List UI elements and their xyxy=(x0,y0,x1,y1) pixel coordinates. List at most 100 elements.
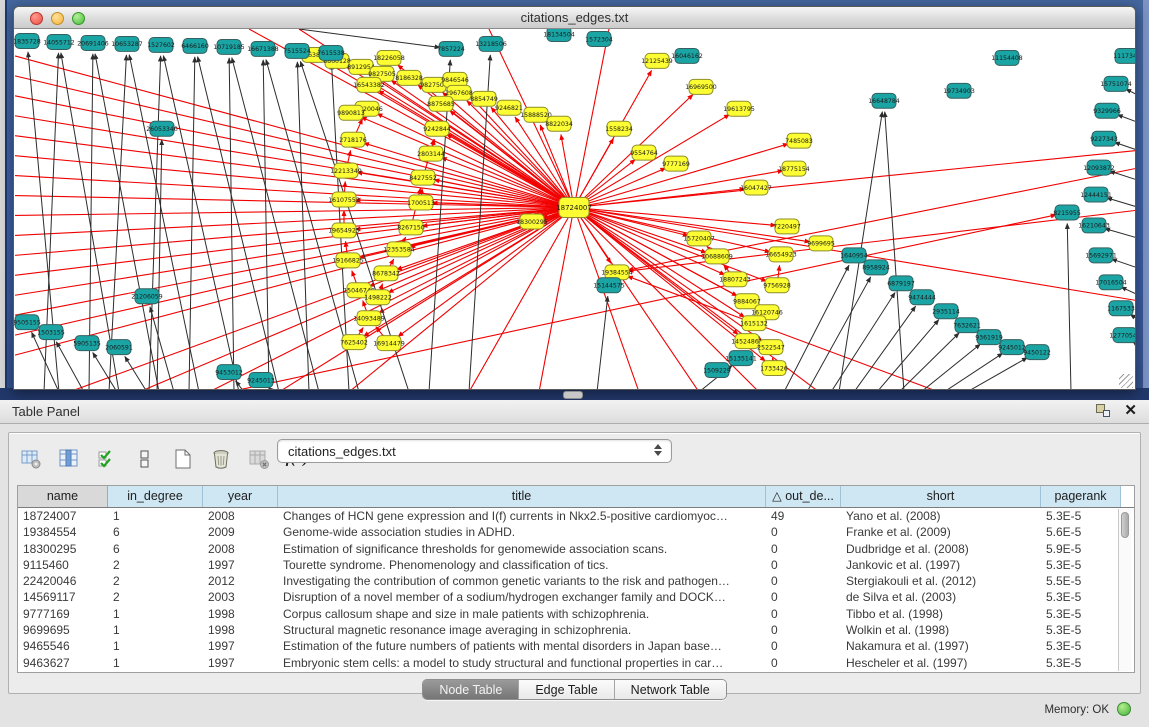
table-cell[interactable]: 1997 xyxy=(203,557,278,573)
citation-edge[interactable] xyxy=(574,208,639,390)
table-cell[interactable]: 5.6E-5 xyxy=(1041,524,1121,540)
graph-node[interactable]: 21206059 xyxy=(131,289,163,304)
graph-node[interactable]: 10688609 xyxy=(701,249,733,264)
table-cell[interactable]: 2009 xyxy=(203,524,278,540)
new-table-icon[interactable] xyxy=(171,447,195,471)
graph-node[interactable]: 19654925 xyxy=(328,223,360,238)
citation-edge[interactable] xyxy=(807,277,871,390)
table-cell[interactable]: de Silva et al. (2003) xyxy=(841,589,1041,605)
graph-node[interactable]: 16107552 xyxy=(328,192,360,207)
table-cell[interactable]: 1998 xyxy=(203,606,278,622)
graph-node[interactable]: 19166825 xyxy=(332,253,364,268)
table-cell[interactable]: 0 xyxy=(766,622,841,638)
column-header-out_de[interactable]: △ out_de... xyxy=(766,486,841,507)
citation-edge[interactable] xyxy=(229,58,234,390)
graph-node[interactable]: 9699695 xyxy=(807,236,835,251)
graph-node[interactable]: 1167533 xyxy=(1107,301,1135,316)
scrollbar-thumb[interactable] xyxy=(1121,512,1129,538)
graph-node[interactable]: 1503155 xyxy=(37,325,65,340)
graph-node[interactable]: 19613795 xyxy=(723,101,755,116)
column-header-pagerank[interactable]: pagerank xyxy=(1041,486,1121,507)
table-cell[interactable]: 2008 xyxy=(203,508,278,524)
table-cell[interactable]: 0 xyxy=(766,606,841,622)
citation-edge[interactable] xyxy=(944,353,1003,390)
table-row[interactable]: 1456911722003Disruption of a novel membe… xyxy=(18,589,1134,605)
citation-edge[interactable] xyxy=(15,176,574,208)
citation-edge[interactable] xyxy=(784,265,849,390)
table-cell[interactable]: Hescheler et al. (1997) xyxy=(841,655,1041,671)
graph-node[interactable]: 20691406 xyxy=(77,35,109,50)
graph-node[interactable]: 18775154 xyxy=(778,161,810,176)
graph-node[interactable]: 15751074 xyxy=(1100,76,1132,91)
table-cell[interactable]: Jankovic et al. (1997) xyxy=(841,557,1041,573)
table-cell[interactable]: 9777169 xyxy=(18,606,108,622)
delete-table-icon[interactable] xyxy=(209,447,233,471)
graph-node[interactable]: 1700513 xyxy=(407,195,435,210)
graph-node[interactable]: 17016504 xyxy=(1095,275,1127,290)
graph-node[interactable]: 18807243 xyxy=(719,272,751,287)
table-cell[interactable]: 2 xyxy=(108,573,203,589)
table-cell[interactable]: 2008 xyxy=(203,541,278,557)
graph-node[interactable]: 1498222 xyxy=(364,290,392,305)
table-cell[interactable]: 9465546 xyxy=(18,638,108,654)
table-row[interactable]: 977716911998Corpus callosum shape and si… xyxy=(18,606,1134,622)
graph-node[interactable]: 9242844 xyxy=(423,121,451,136)
table-cell[interactable]: Tourette syndrome. Phenomenology and cla… xyxy=(278,557,766,573)
table-scrollbar[interactable] xyxy=(1118,509,1131,671)
graph-node[interactable]: 8267150 xyxy=(397,220,425,235)
table-cell[interactable]: 1 xyxy=(108,508,203,524)
graph-node[interactable]: 15720407 xyxy=(683,231,715,246)
table-cell[interactable]: 49 xyxy=(766,508,841,524)
table-cell[interactable]: 0 xyxy=(766,524,841,540)
graph-node[interactable]: 8822034 xyxy=(545,116,573,131)
citation-edge[interactable] xyxy=(574,29,609,208)
table-cell[interactable]: Changes of HCN gene expression and I(f) … xyxy=(278,508,766,524)
table-cell[interactable]: 5.3E-5 xyxy=(1041,508,1121,524)
graph-node[interactable]: 9227343 xyxy=(1090,131,1118,146)
graph-node[interactable]: 9245013 xyxy=(247,373,275,388)
graph-node[interactable]: 7485083 xyxy=(785,133,813,148)
window-titlebar[interactable]: citations_edges.txt xyxy=(14,7,1135,29)
table-cell[interactable]: Estimation of the future numbers of pati… xyxy=(278,638,766,654)
graph-node[interactable]: 8875685 xyxy=(427,96,455,111)
graph-node[interactable]: 9361919 xyxy=(975,330,1003,345)
graph-node[interactable]: 9890813 xyxy=(337,105,365,120)
table-cell[interactable]: 9699695 xyxy=(18,622,108,638)
graph-node[interactable]: 6879197 xyxy=(887,276,915,291)
hub-node[interactable]: 18724007 xyxy=(556,198,592,218)
table-cell[interactable]: 1997 xyxy=(203,655,278,671)
graph-node[interactable]: 12770543 xyxy=(1109,328,1135,343)
graph-node[interactable]: 6466160 xyxy=(181,38,209,53)
table-cell[interactable]: Nakamura et al. (1997) xyxy=(841,638,1041,654)
table-cell[interactable]: Genome-wide association studies in ADHD. xyxy=(278,524,766,540)
table-cell[interactable]: 2003 xyxy=(203,589,278,605)
graph-node[interactable]: 10653287 xyxy=(111,36,143,51)
citation-edge[interactable] xyxy=(1117,115,1135,123)
network-canvas[interactable]: 1872400774638228860128891295418226058982… xyxy=(14,29,1135,390)
graph-node[interactable]: 8854749 xyxy=(470,91,498,106)
citation-edge[interactable] xyxy=(189,57,195,390)
citation-edge[interactable] xyxy=(1107,198,1135,208)
graph-node[interactable]: 16671388 xyxy=(247,41,279,56)
graph-node[interactable]: 9505155 xyxy=(14,315,41,330)
graph-node[interactable]: 7220497 xyxy=(773,219,801,234)
citation-edge[interactable] xyxy=(32,332,59,390)
graph-node[interactable]: 16047427 xyxy=(740,180,772,195)
graph-node[interactable]: 1835728 xyxy=(14,33,41,48)
table-row[interactable]: 946362711997Embryonic stem cells: a mode… xyxy=(18,655,1134,671)
table-cell[interactable]: Structural magnetic resonance image aver… xyxy=(278,622,766,638)
graph-node[interactable]: 18226058 xyxy=(373,50,405,65)
table-cell[interactable]: 14569117 xyxy=(18,589,108,605)
memory-status-indicator[interactable] xyxy=(1117,702,1131,716)
select-column-icon[interactable] xyxy=(57,447,81,471)
table-cell[interactable]: 9463627 xyxy=(18,655,108,671)
graph-node[interactable]: 14055712 xyxy=(43,34,75,49)
citation-edge[interactable] xyxy=(574,151,1135,208)
table-row[interactable]: 969969511998Structural magnetic resonanc… xyxy=(18,622,1134,638)
table-cell[interactable]: Disruption of a novel member of a sodium… xyxy=(278,589,766,605)
citation-edge[interactable] xyxy=(15,208,574,356)
column-header-title[interactable]: title xyxy=(278,486,766,507)
graph-node[interactable]: 7857224 xyxy=(437,41,465,56)
select-rows-icon[interactable] xyxy=(95,447,119,471)
table-cell[interactable]: Embryonic stem cells: a model to study s… xyxy=(278,655,766,671)
